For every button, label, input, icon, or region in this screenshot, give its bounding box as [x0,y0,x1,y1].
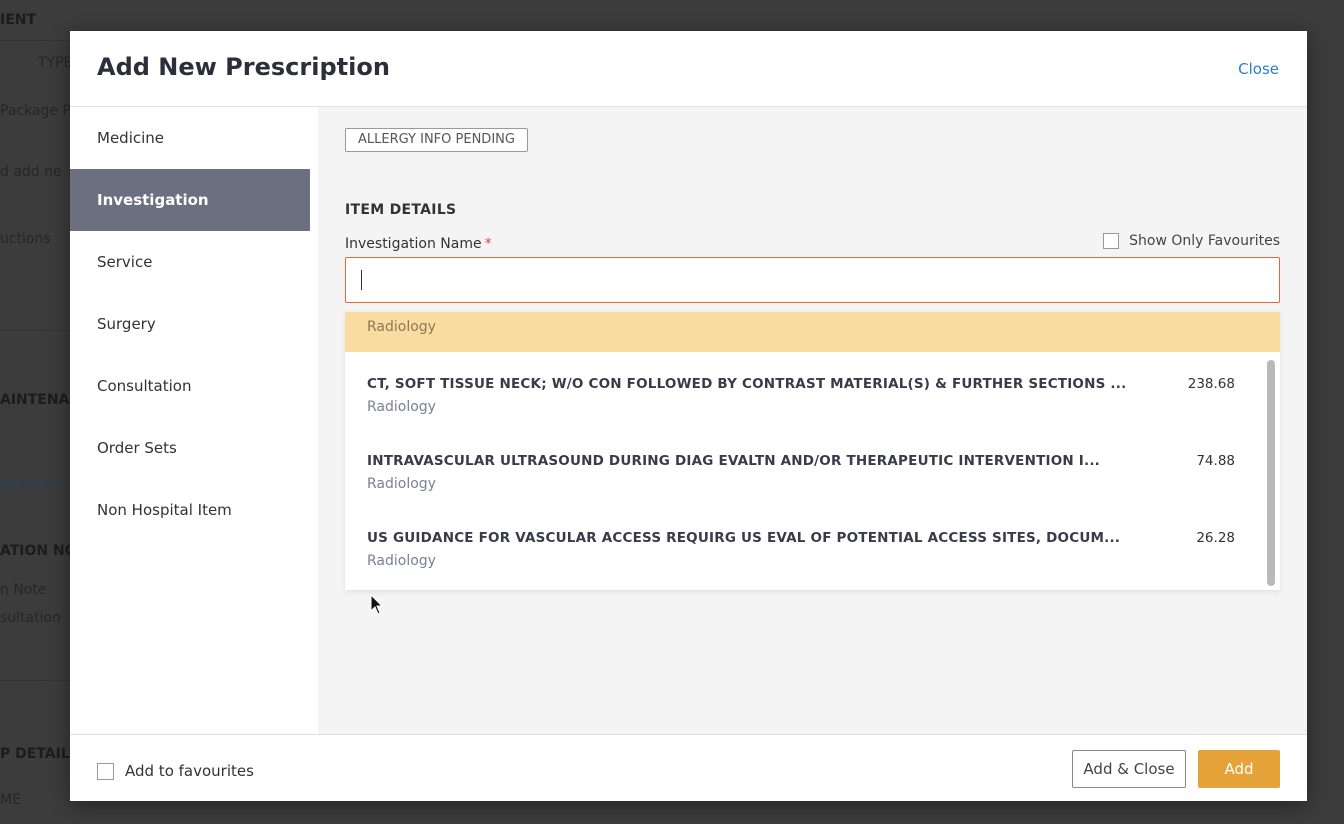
result-item[interactable]: US GUIDANCE FOR VASCULAR ACCESS REQUIRG … [345,530,1257,600]
search-results-dropdown: Radiology CT, SOFT TISSUE NECK; W/O CON … [345,312,1280,590]
sidebar-item-order-sets[interactable]: Order Sets [70,417,310,479]
favourites-label: Show Only Favourites [1129,233,1280,249]
result-category: Radiology [367,399,436,415]
section-title: ITEM DETAILS [345,202,457,218]
mouse-pointer-icon [370,594,384,615]
investigation-search-input[interactable] [345,257,1280,303]
result-name: CT, SOFT TISSUE NECK; W/O CON FOLLOWED B… [367,376,1127,392]
result-name: INTRAVASCULAR ULTRASOUND DURING DIAG EVA… [367,453,1100,469]
text-caret [361,270,362,290]
sidebar-item-service[interactable]: Service [70,231,310,293]
result-name: US GUIDANCE FOR VASCULAR ACCESS REQUIRG … [367,530,1121,546]
show-only-favourites[interactable]: Show Only Favourites [1103,233,1280,249]
add-button[interactable]: Add [1198,750,1280,788]
modal-header: Add New Prescription Close [70,31,1307,107]
result-item[interactable]: INTRAVASCULAR ULTRASOUND DURING DIAG EVA… [345,453,1257,523]
required-marker: * [484,236,492,252]
add-to-favourites-label: Add to favourites [125,762,254,780]
add-to-favourites-checkbox[interactable] [97,762,114,780]
investigation-name-label: Investigation Name * [345,236,492,252]
close-button[interactable]: Close [1238,60,1279,78]
group-header-radiology: Radiology [345,312,1280,352]
item-details-panel: ALLERGY INFO PENDING ITEM DETAILS Invest… [318,107,1307,734]
modal-footer: Add to favourites Add & Close Add [70,734,1307,801]
add-prescription-modal: Add New Prescription Close Medicine Inve… [70,31,1307,801]
field-label-text: Investigation Name [345,236,482,252]
result-price: 74.88 [1196,453,1235,469]
allergy-status-badge: ALLERGY INFO PENDING [345,128,528,152]
add-and-close-button[interactable]: Add & Close [1072,750,1186,788]
category-sidebar: Medicine Investigation Service Surgery C… [70,107,318,734]
sidebar-item-surgery[interactable]: Surgery [70,293,310,355]
result-category: Radiology [367,476,436,492]
result-item[interactable]: CT, SOFT TISSUE NECK; W/O CON FOLLOWED B… [345,376,1257,446]
dropdown-scrollbar[interactable] [1267,360,1275,586]
result-price: 26.28 [1196,530,1235,546]
modal-title: Add New Prescription [97,53,390,81]
sidebar-item-consultation[interactable]: Consultation [70,355,310,417]
result-price: 238.68 [1187,376,1235,392]
sidebar-item-non-hospital-item[interactable]: Non Hospital Item [70,479,310,541]
sidebar-item-investigation[interactable]: Investigation [70,169,310,231]
add-to-favourites[interactable]: Add to favourites [97,762,254,780]
favourites-checkbox[interactable] [1103,233,1120,249]
result-category: Radiology [367,553,436,569]
sidebar-item-medicine[interactable]: Medicine [70,107,310,169]
